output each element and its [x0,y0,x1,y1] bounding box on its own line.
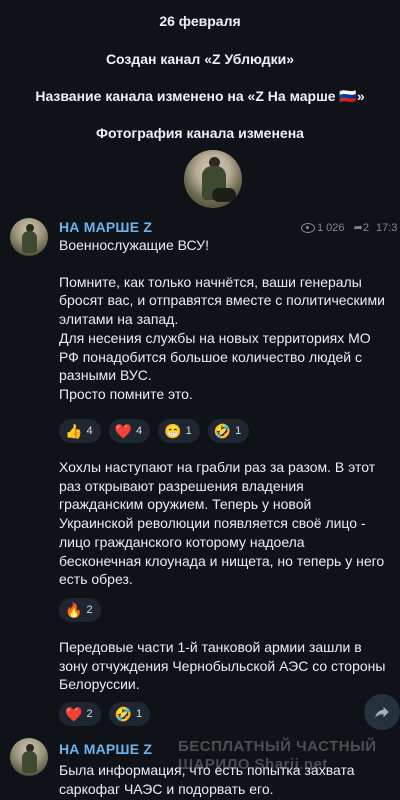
rofl-icon: 🤣 [114,706,132,722]
author-name[interactable]: НА МАРШЕ Z [59,219,152,235]
reaction-count: 2 [86,604,93,616]
reaction-count: 1 [185,425,192,437]
author-avatar[interactable] [10,218,48,256]
post-paragraph: Просто помните это. [59,385,193,402]
reaction-rofl[interactable]: 🤣 1 [207,419,250,443]
rofl-icon: 🤣 [213,423,232,439]
post-paragraph: Помните, как только начнётся, ваши генер… [59,273,385,328]
post-text: Военнослужащие ВСУ! Помните, как только … [59,236,389,404]
reactions-bar: 🔥 2 [59,598,101,622]
service-message-renamed: Название канала изменено на «Z На марше … [35,88,365,104]
thumbs-up-icon: 👍 [65,423,83,439]
reactions-bar: ❤️ 2 🤣 1 [59,702,151,726]
post-text: Хохлы наступают на грабли раз за разом. … [59,459,385,588]
reaction-count: 1 [235,425,242,437]
share-button[interactable] [364,694,400,730]
reaction-count: 4 [86,425,93,437]
reaction-count: 1 [136,708,143,720]
reaction-count: 2 [86,708,93,720]
date-separator: 26 февраля [159,13,241,29]
post-paragraph: Для несения службы на новых территориях … [59,329,371,384]
shares-count: 2 [362,222,369,234]
reaction-grin[interactable]: 😁 1 [158,419,200,443]
grin-icon: 😁 [164,423,182,439]
heart-icon: ❤️ [114,423,132,439]
share-icon: ➦ [353,222,363,234]
reaction-fire[interactable]: 🔥 2 [59,598,101,622]
reaction-count: 4 [136,425,143,437]
fire-icon: 🔥 [65,602,83,618]
views-count: 1 026 [317,222,345,234]
heart-icon: ❤️ [65,706,83,722]
views-icon [301,223,315,234]
service-message-photo-changed: Фотография канала изменена [96,125,304,141]
post-time: 17:3 [376,222,398,234]
author-avatar[interactable] [10,738,48,776]
author-name[interactable]: НА МАРШЕ Z [59,741,152,757]
reactions-bar: 👍 4 ❤️ 4 😁 1 🤣 1 [59,419,250,443]
reaction-thumbs-up[interactable]: 👍 4 [59,419,101,443]
watermark: БЕСПЛАТНЫЙ ЧАСТНЫЙ ШАРИЛО Sharij.net [178,738,377,773]
post-paragraph: Военнослужащие ВСУ! [59,237,209,253]
post-text: Передовые части 1-й танковой армии зашли… [59,639,386,693]
reaction-rofl[interactable]: 🤣 1 [108,702,151,726]
channel-photo[interactable] [184,150,242,208]
post-meta: 1 026 ➦2 17:3 [301,221,397,234]
share-arrow-icon [375,706,389,718]
service-message-created: Создан канал «Z Ублюдки» [105,51,295,67]
reaction-heart[interactable]: ❤️ 2 [59,702,101,726]
reaction-heart[interactable]: ❤️ 4 [108,419,151,443]
